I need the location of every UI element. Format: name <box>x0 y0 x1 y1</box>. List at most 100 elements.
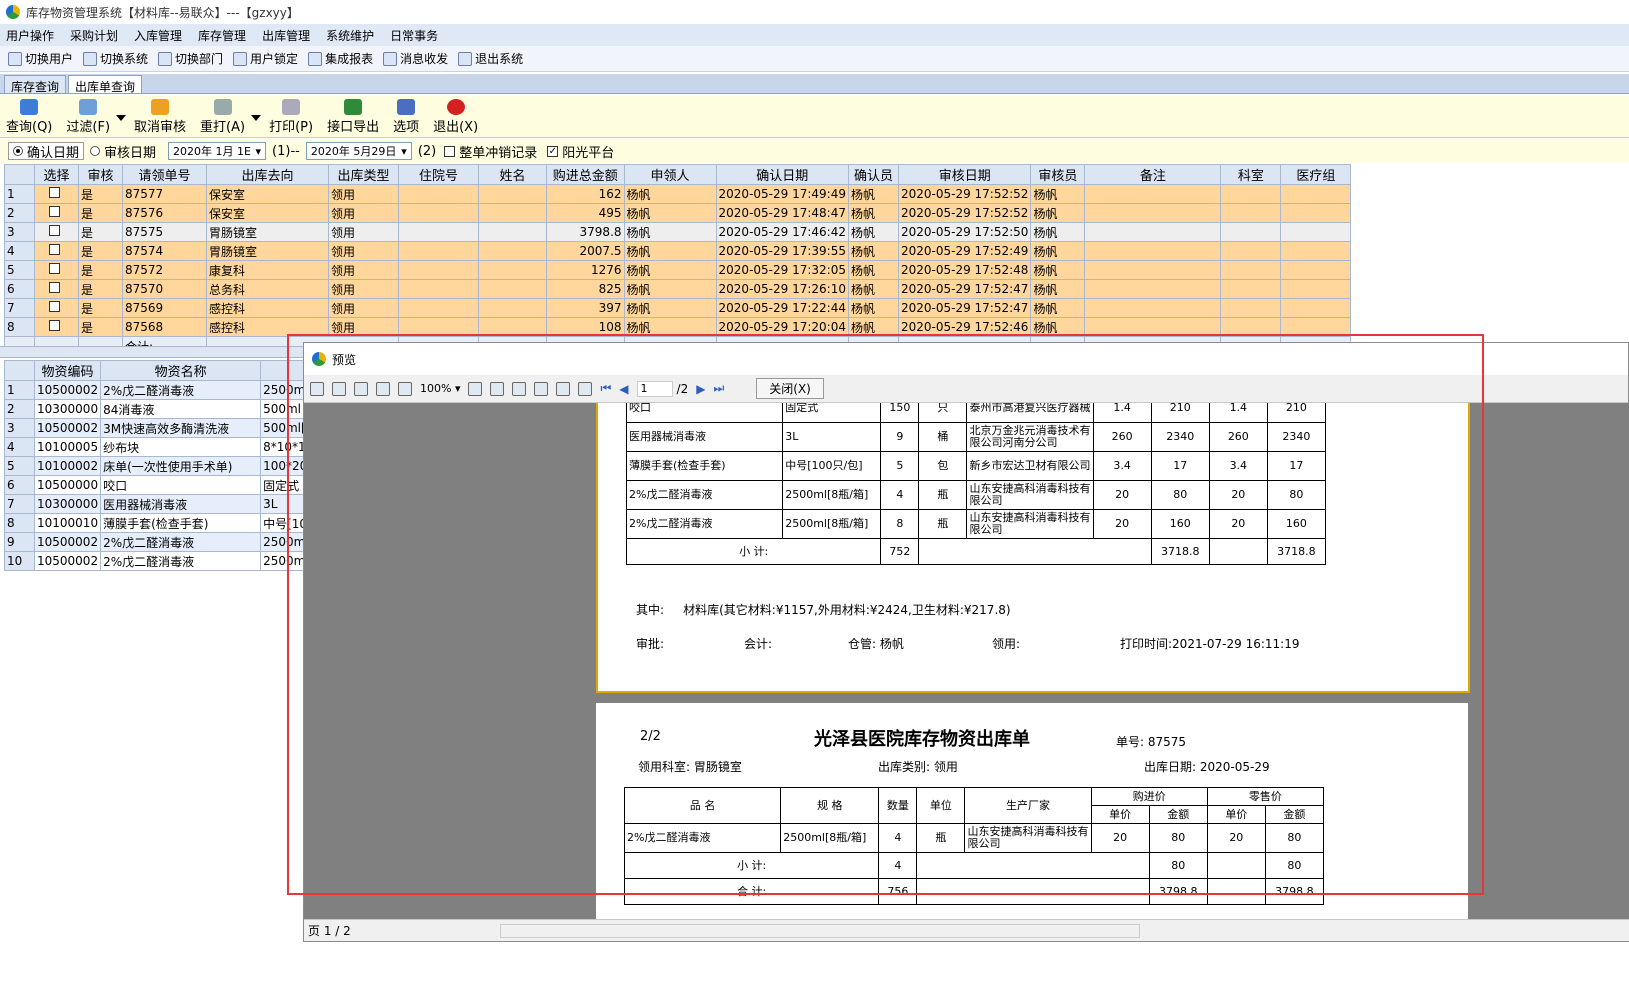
toolbar-button-3[interactable]: 用户锁定 <box>233 50 298 67</box>
select-checkbox[interactable] <box>34 298 79 318</box>
cell: 10500002 <box>33 532 102 552</box>
select-checkbox[interactable] <box>34 241 79 261</box>
select-checkbox[interactable] <box>34 184 79 204</box>
last-page-icon[interactable]: ⏭ <box>713 381 724 396</box>
print-icon[interactable] <box>310 381 324 396</box>
zoom-in-icon[interactable] <box>398 381 412 396</box>
save-icon[interactable] <box>354 381 368 396</box>
reprint-dropdown-icon[interactable] <box>251 115 262 121</box>
cancel-audit-button[interactable]: 取消审核 <box>134 99 186 137</box>
menu-item-4[interactable]: 出库管理 <box>262 27 310 44</box>
column-header[interactable]: 确认日期 <box>715 164 849 185</box>
options-button[interactable]: 选项 <box>393 99 419 137</box>
filter-button[interactable]: 过滤(F) <box>66 99 110 137</box>
report-cell: 210 <box>1150 403 1210 423</box>
select-checkbox[interactable] <box>34 317 79 337</box>
cell-applicant: 杨帆 <box>623 260 717 280</box>
column-header[interactable]: 出库去向 <box>206 164 329 185</box>
print-button[interactable]: 打印(P) <box>269 99 313 137</box>
cell-audit: 是 <box>78 279 123 299</box>
confirm-date-radio[interactable]: 确认日期 <box>8 142 85 161</box>
select-checkbox[interactable] <box>34 260 79 280</box>
column-header[interactable]: 物资编码 <box>33 360 102 381</box>
report-cell: 2500ml[8瓶/箱] <box>780 823 880 853</box>
excel-icon <box>344 99 363 115</box>
row-number: 6 <box>4 279 35 299</box>
menu-item-5[interactable]: 系统维护 <box>326 27 374 44</box>
cell-name <box>478 260 547 280</box>
table-row[interactable]: 2 是 87576 保安室 领用 495 杨帆 2020-05-29 17:48:47 杨帆 20… <box>4 203 1352 223</box>
page-input[interactable]: 1 <box>636 380 673 397</box>
edit-icon[interactable] <box>578 381 593 396</box>
tab-stock-query[interactable]: 库存查询 <box>4 75 67 94</box>
column-header[interactable]: 备注 <box>1084 164 1222 185</box>
table-row[interactable]: 6 是 87570 总务科 领用 825 杨帆 2020-05-29 17:26:10 杨帆 20… <box>4 279 1352 299</box>
select-checkbox[interactable] <box>34 279 79 299</box>
menu-item-2[interactable]: 入库管理 <box>134 27 182 44</box>
toolbar-button-0[interactable]: 切换用户 <box>8 50 73 67</box>
open-icon[interactable] <box>332 381 346 396</box>
column-header[interactable]: 住院号 <box>398 164 479 185</box>
filter-dropdown-icon[interactable] <box>116 115 127 121</box>
report-cell: 20 <box>1208 480 1268 510</box>
report-cell: 山东安捷高科消毒科技有限公司 <box>966 480 1094 510</box>
menu-item-1[interactable]: 采购计划 <box>70 27 118 44</box>
table-row[interactable]: 4 是 87574 胃肠镜室 领用 2007.5 杨帆 2020-05-29 17:39:55… <box>4 241 1352 261</box>
column-header[interactable]: 物资名称 <box>100 360 262 381</box>
fit-page-icon[interactable] <box>490 381 505 396</box>
column-header[interactable]: 申领人 <box>623 164 717 185</box>
one-page-icon[interactable] <box>512 381 527 396</box>
table-row[interactable]: 1 是 87577 保安室 领用 162 杨帆 2020-05-29 17:49:49 杨帆 20… <box>4 184 1352 204</box>
select-checkbox[interactable] <box>34 222 79 242</box>
menu-item-0[interactable]: 用户操作 <box>6 27 54 44</box>
column-header[interactable]: 请领单号 <box>122 164 207 185</box>
column-header[interactable]: 购进总金额 <box>546 164 625 185</box>
column-header[interactable]: 科室 <box>1220 164 1282 185</box>
page-setup-icon[interactable] <box>556 381 571 396</box>
table-header: 选择 审核 请领单号 出库去向 出库类型 住院号 姓名 购进总金额 申领人 确认日期 确认员 审核日期… <box>4 164 1352 185</box>
column-header[interactable]: 选择 <box>34 164 79 185</box>
cell-type: 领用 <box>328 203 399 223</box>
date-from-picker[interactable]: 2020年 1月 1E ▾ <box>168 142 267 160</box>
two-page-icon[interactable] <box>534 381 549 396</box>
query-button[interactable]: 查询(Q) <box>6 99 52 137</box>
table-row[interactable]: 7 是 87569 感控科 领用 397 杨帆 2020-05-29 17:22:44 杨帆 20… <box>4 298 1352 318</box>
audit-date-radio[interactable]: 审核日期 <box>90 142 156 161</box>
reprint-button[interactable]: 重打(A) <box>200 99 245 137</box>
cell-confirmer: 杨帆 <box>847 279 899 299</box>
whole-reversal-checkbox[interactable]: 整单冲销记录 <box>444 142 537 161</box>
menu-item-6[interactable]: 日常事务 <box>390 27 438 44</box>
export-button[interactable]: 接口导出 <box>327 99 379 137</box>
zoom-out-icon[interactable] <box>468 381 483 396</box>
table-row[interactable]: 3 是 87575 胃肠镜室 领用 3798.8 杨帆 2020-05-29 17:46:42… <box>4 222 1352 242</box>
menu-item-3[interactable]: 库存管理 <box>198 27 246 44</box>
column-header[interactable]: 审核 <box>78 164 123 185</box>
toolbar-button-6[interactable]: 退出系统 <box>458 50 523 67</box>
tab-outbound-query[interactable]: 出库单查询 <box>68 75 143 94</box>
column-header[interactable]: 确认员 <box>847 164 899 185</box>
toolbar-button-2[interactable]: 切换部门 <box>158 50 223 67</box>
close-preview-button[interactable]: 关闭(X) <box>756 378 824 399</box>
toolbar-button-5[interactable]: 消息收发 <box>383 50 448 67</box>
date-to-picker[interactable]: 2020年 5月29日 ▾ <box>305 142 412 160</box>
toolbar-button-1[interactable]: 切换系统 <box>83 50 148 67</box>
zoom-select[interactable]: 100% ▾ <box>420 382 460 395</box>
find-icon[interactable] <box>376 381 390 396</box>
preview-canvas[interactable]: 咬口 固定式 150 只泰州市高港复兴医疗器械 1.4 210 1.4 210 医用器械消毒液 3… <box>304 403 1629 921</box>
table-row[interactable]: 8 是 87568 感控科 领用 108 杨帆 2020-05-29 17:20:04 杨帆 20… <box>4 317 1352 337</box>
column-header[interactable]: 审核员 <box>1030 164 1086 185</box>
column-header[interactable]: 出库类型 <box>328 164 399 185</box>
table-row[interactable]: 5 是 87572 康复科 领用 1276 杨帆 2020-05-29 17:32:05 杨帆 2… <box>4 260 1352 280</box>
next-page-icon[interactable]: ▶ <box>696 382 705 396</box>
toolbar-button-4[interactable]: 集成报表 <box>308 50 373 67</box>
cell-name <box>478 222 547 242</box>
column-header[interactable]: 医疗组 <box>1280 164 1352 185</box>
column-header[interactable]: 姓名 <box>478 164 547 185</box>
select-checkbox[interactable] <box>34 203 79 223</box>
column-header[interactable]: 审核日期 <box>897 164 1032 185</box>
prev-page-icon[interactable]: ◀ <box>619 382 628 396</box>
exit-button[interactable]: 退出(X) <box>433 99 478 137</box>
sunshine-platform-checkbox[interactable]: ✓ 阳光平台 <box>547 142 614 161</box>
report-cell: 3.4 <box>1092 451 1152 481</box>
first-page-icon[interactable]: ⏮ <box>600 381 611 396</box>
